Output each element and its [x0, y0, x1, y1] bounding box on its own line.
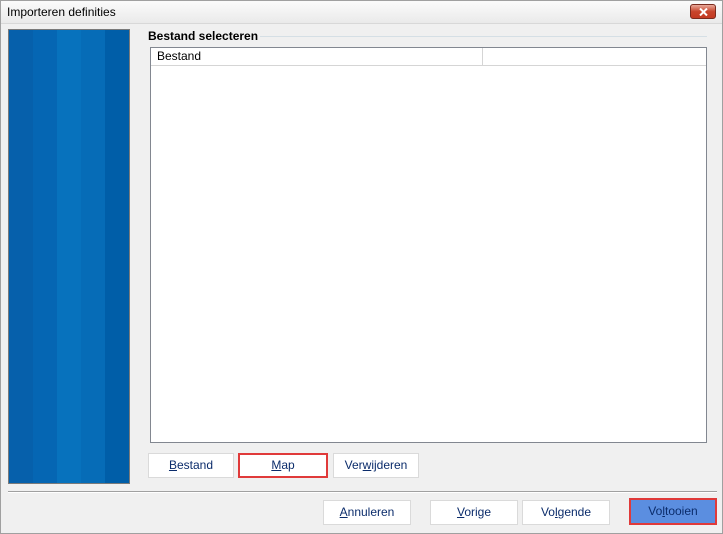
column-header-bestand[interactable]: Bestand [151, 48, 483, 65]
next-button[interactable]: Volgende [522, 500, 610, 525]
title-bar: Importeren definities [1, 1, 722, 24]
add-folder-button[interactable]: Map [238, 453, 328, 478]
footer-separator [8, 491, 717, 493]
column-header-empty[interactable] [484, 48, 706, 65]
add-file-button[interactable]: Bestand [148, 453, 234, 478]
close-icon [699, 8, 708, 16]
previous-button[interactable]: Vorige [430, 500, 518, 525]
group-divider [260, 36, 707, 37]
close-button[interactable] [690, 4, 716, 19]
cancel-button[interactable]: Annuleren [323, 500, 411, 525]
import-definitions-dialog: Importeren definities Bestand selecteren… [0, 0, 723, 534]
file-list-header: Bestand [151, 48, 706, 66]
finish-button[interactable]: Voltooien [629, 498, 717, 525]
remove-button[interactable]: Verwijderen [333, 453, 419, 478]
group-title: Bestand selecteren [146, 29, 261, 43]
window-title: Importeren definities [7, 5, 116, 19]
wizard-sidebar-banner [8, 29, 130, 484]
file-list[interactable]: Bestand [150, 47, 707, 443]
